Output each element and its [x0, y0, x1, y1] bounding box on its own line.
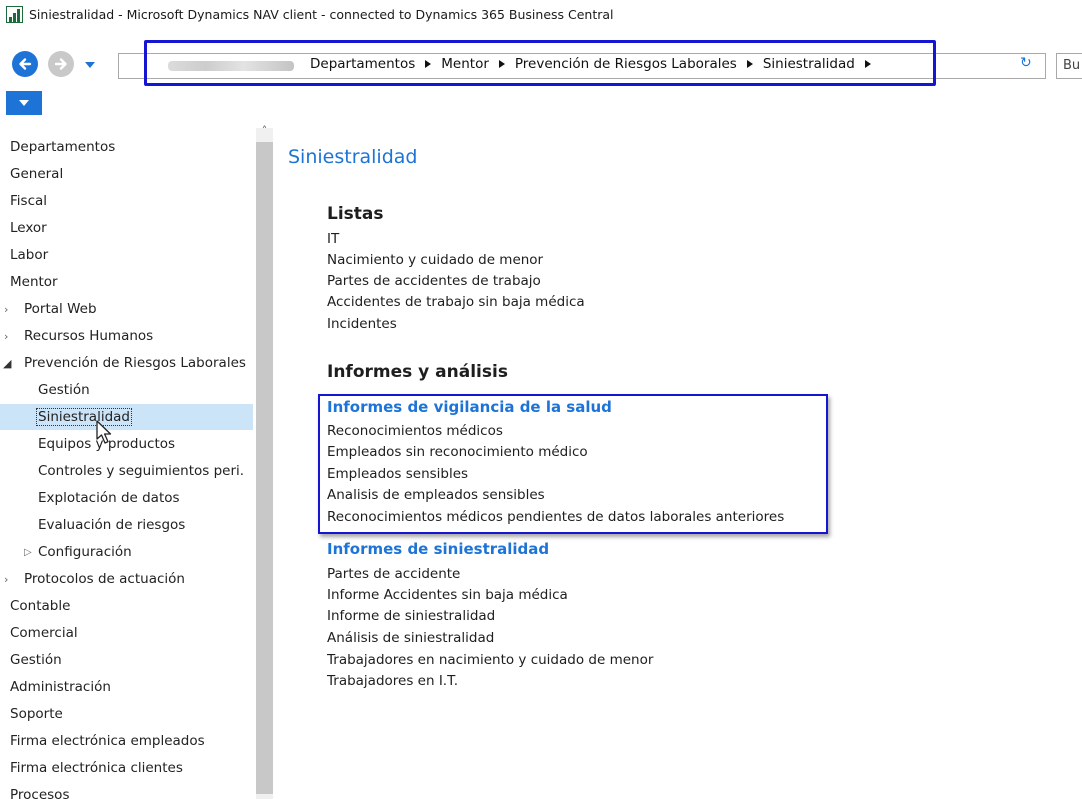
sidebar-item-label: Departamentos — [10, 139, 116, 155]
title-bar: Siniestralidad - Microsoft Dynamics NAV … — [0, 0, 1082, 28]
sidebar-item-gestion-root[interactable]: Gestión — [0, 647, 253, 673]
sidebar-item-controles[interactable]: Controles y seguimientos peri. — [0, 458, 253, 484]
expand-chevron-icon[interactable]: › — [4, 303, 8, 316]
sidebar-item-label: Fiscal — [10, 193, 48, 209]
sidebar-item-label: Configuración — [38, 544, 132, 560]
sidebar-item-administracion[interactable]: Administración — [0, 674, 253, 700]
report-link[interactable]: Reconocimientos médicos — [327, 423, 503, 439]
sidebar-item-label: Firma electrónica empleados — [10, 733, 205, 749]
annotation-highlight-address — [144, 40, 936, 86]
sidebar-item-label: Administración — [10, 679, 111, 695]
actions-dropdown-button[interactable] — [6, 91, 42, 115]
search-input[interactable]: Bu — [1056, 53, 1082, 79]
arrow-left-icon — [19, 58, 32, 70]
sidebar-item-equipos-productos[interactable]: Equipos y productos — [0, 431, 253, 457]
sidebar-item-contable[interactable]: Contable — [0, 593, 253, 619]
sidebar-item-configuracion[interactable]: ▷ Configuración — [0, 539, 253, 565]
sidebar-item-label: Firma electrónica clientes — [10, 760, 183, 776]
sidebar-item-label: Contable — [10, 598, 71, 614]
expand-chevron-icon[interactable]: › — [4, 330, 8, 343]
arrow-right-icon — [54, 58, 67, 70]
sidebar-item-label: Controles y seguimientos peri. — [38, 463, 245, 479]
sidebar-item-label: Prevención de Riesgos Laborales — [24, 355, 246, 371]
report-link[interactable]: Reconocimientos médicos pendientes de da… — [327, 509, 784, 525]
sidebar-item-label: Siniestralidad — [36, 408, 132, 426]
sidebar-item-general[interactable]: General — [0, 161, 253, 187]
sidebar-item-label: Gestión — [10, 652, 62, 668]
sidebar-item-label: General — [10, 166, 64, 182]
list-link[interactable]: Nacimiento y cuidado de menor — [327, 252, 543, 268]
sidebar-item-soporte[interactable]: Soporte — [0, 701, 253, 727]
sidebar-item-label: Soporte — [10, 706, 63, 722]
list-link[interactable]: IT — [327, 231, 339, 247]
collapse-triangle-icon[interactable]: ◢ — [3, 357, 11, 370]
sidebar-item-labor[interactable]: Labor — [0, 242, 253, 268]
report-link[interactable]: Informe de siniestralidad — [327, 608, 495, 624]
refresh-icon[interactable]: ↻ — [1020, 55, 1032, 71]
list-link[interactable]: Accidentes de trabajo sin baja médica — [327, 294, 585, 310]
sidebar-item-mentor[interactable]: Mentor — [0, 269, 253, 295]
section-heading-listas: Listas — [327, 204, 384, 224]
window-title: Siniestralidad - Microsoft Dynamics NAV … — [29, 6, 614, 22]
group-heading-vigilancia: Informes de vigilancia de la salud — [327, 398, 612, 416]
list-link[interactable]: Incidentes — [327, 316, 397, 332]
navigation-pane: Departamentos General Fiscal Lexor Labor… — [0, 128, 256, 799]
back-button[interactable] — [12, 51, 38, 77]
sidebar-item-firma-clientes[interactable]: Firma electrónica clientes — [0, 755, 253, 781]
sidebar-item-evaluacion[interactable]: Evaluación de riesgos — [0, 512, 253, 538]
sidebar-item-label: Comercial — [10, 625, 78, 641]
report-link[interactable]: Empleados sin reconocimiento médico — [327, 444, 588, 460]
report-link[interactable]: Partes de accidente — [327, 566, 460, 582]
sidebar-item-label: Lexor — [10, 220, 47, 236]
sidebar-item-label: Recursos Humanos — [24, 328, 154, 344]
section-heading-informes: Informes y análisis — [327, 362, 508, 382]
sidebar-item-siniestralidad[interactable]: Siniestralidad — [0, 404, 253, 430]
sidebar-item-label: Procesos — [10, 787, 70, 799]
sidebar-item-firma-empleados[interactable]: Firma electrónica empleados — [0, 728, 253, 754]
sidebar-item-label: Gestión — [38, 382, 90, 398]
sidebar-item-explotacion[interactable]: Explotación de datos — [0, 485, 253, 511]
sidebar-item-lexor[interactable]: Lexor — [0, 215, 253, 241]
sidebar-item-gestion[interactable]: Gestión — [0, 377, 253, 403]
sidebar-item-label: Labor — [10, 247, 49, 263]
sidebar-item-recursos-humanos[interactable]: › Recursos Humanos — [0, 323, 253, 349]
sidebar-item-label: Explotación de datos — [38, 490, 180, 506]
sidebar-item-prevencion-riesgos[interactable]: ◢ Prevención de Riesgos Laborales — [0, 350, 253, 376]
sidebar-scroll-thumb[interactable] — [256, 142, 273, 794]
history-dropdown-icon[interactable] — [85, 62, 95, 68]
sidebar-item-label: Protocolos de actuación — [24, 571, 185, 587]
scroll-up-icon[interactable]: ˄ — [256, 124, 273, 138]
sidebar-item-protocolos[interactable]: › Protocolos de actuación — [0, 566, 253, 592]
dynamics-nav-icon — [6, 5, 23, 23]
sidebar-item-comercial[interactable]: Comercial — [0, 620, 253, 646]
report-link[interactable]: Análisis de siniestralidad — [327, 630, 494, 646]
report-link[interactable]: Informe Accidentes sin baja médica — [327, 587, 568, 603]
report-link[interactable]: Empleados sensibles — [327, 466, 468, 482]
sidebar-item-procesos[interactable]: Procesos — [0, 782, 253, 799]
group-heading-siniestralidad: Informes de siniestralidad — [327, 540, 550, 558]
report-link[interactable]: Trabajadores en I.T. — [327, 673, 458, 689]
expand-triangle-icon[interactable]: ▷ — [24, 547, 32, 558]
report-link[interactable]: Analisis de empleados sensibles — [327, 487, 545, 503]
sidebar-item-portal-web[interactable]: › Portal Web — [0, 296, 253, 322]
expand-chevron-icon[interactable]: › — [4, 573, 8, 586]
chevron-down-icon — [19, 100, 29, 106]
sidebar-item-label: Portal Web — [24, 301, 97, 317]
page-title: Siniestralidad — [288, 146, 418, 168]
list-link[interactable]: Partes de accidentes de trabajo — [327, 273, 541, 289]
sidebar-item-label: Evaluación de riesgos — [38, 517, 186, 533]
sidebar-item-departamentos[interactable]: Departamentos — [0, 134, 253, 160]
sidebar-item-fiscal[interactable]: Fiscal — [0, 188, 253, 214]
report-link[interactable]: Trabajadores en nacimiento y cuidado de … — [327, 652, 653, 668]
mouse-cursor-icon — [96, 420, 112, 444]
sidebar-item-label: Mentor — [10, 274, 58, 290]
forward-button[interactable] — [48, 51, 74, 77]
